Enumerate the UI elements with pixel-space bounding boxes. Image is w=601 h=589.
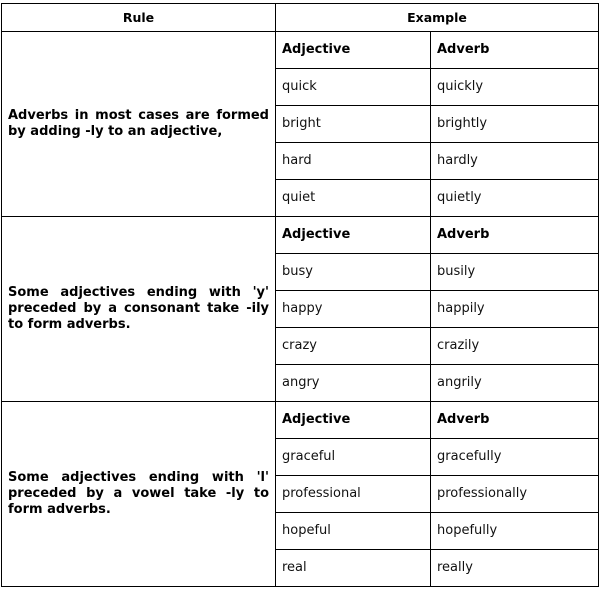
adverb-cell: hardly	[430, 142, 599, 180]
adjective-cell: professional	[275, 475, 431, 513]
adjective-cell: bright	[275, 105, 431, 143]
table-row: Some adjectives ending with 'y' preceded…	[1, 216, 599, 402]
adverb-cell: crazily	[430, 327, 599, 365]
adverb-cell: quickly	[430, 68, 599, 106]
adjective-cell: graceful	[275, 438, 431, 476]
adjective-subheader: Adjective	[275, 216, 431, 254]
adverb-cell: hopefully	[430, 512, 599, 550]
adjective-cell: crazy	[275, 327, 431, 365]
adjective-cell: angry	[275, 364, 431, 402]
adverb-cell: busily	[430, 253, 599, 291]
table-row: Some adjectives ending with 'l' preceded…	[1, 401, 599, 587]
adjective-cell: busy	[275, 253, 431, 291]
adjective-cell: quick	[275, 68, 431, 106]
adverb-cell: angrily	[430, 364, 599, 402]
adverb-cell: brightly	[430, 105, 599, 143]
adjective-cell: hard	[275, 142, 431, 180]
adjective-subheader: Adjective	[275, 401, 431, 439]
adverb-subheader: Adverb	[430, 31, 599, 69]
adjective-cell: hopeful	[275, 512, 431, 550]
adverb-subheader: Adverb	[430, 216, 599, 254]
adverb-cell: really	[430, 549, 599, 587]
header-row: Rule Example	[1, 3, 599, 32]
rule-cell: Some adjectives ending with 'y' preceded…	[1, 216, 276, 402]
rule-cell: Some adjectives ending with 'l' preceded…	[1, 401, 276, 587]
adverb-cell: quietly	[430, 179, 599, 217]
adverb-cell: gracefully	[430, 438, 599, 476]
rule-cell: Adverbs in most cases are formed by addi…	[1, 31, 276, 217]
adjective-cell: happy	[275, 290, 431, 328]
table-row: Adverbs in most cases are formed by addi…	[1, 31, 599, 217]
adjective-subheader: Adjective	[275, 31, 431, 69]
adjective-cell: quiet	[275, 179, 431, 217]
example-column-header: Example	[275, 3, 599, 32]
adverb-rules-table: Rule Example Adverbs in most cases are f…	[1, 3, 599, 587]
adverb-subheader: Adverb	[430, 401, 599, 439]
adjective-cell: real	[275, 549, 431, 587]
adverb-cell: happily	[430, 290, 599, 328]
rule-column-header: Rule	[1, 3, 276, 32]
adverb-cell: professionally	[430, 475, 599, 513]
